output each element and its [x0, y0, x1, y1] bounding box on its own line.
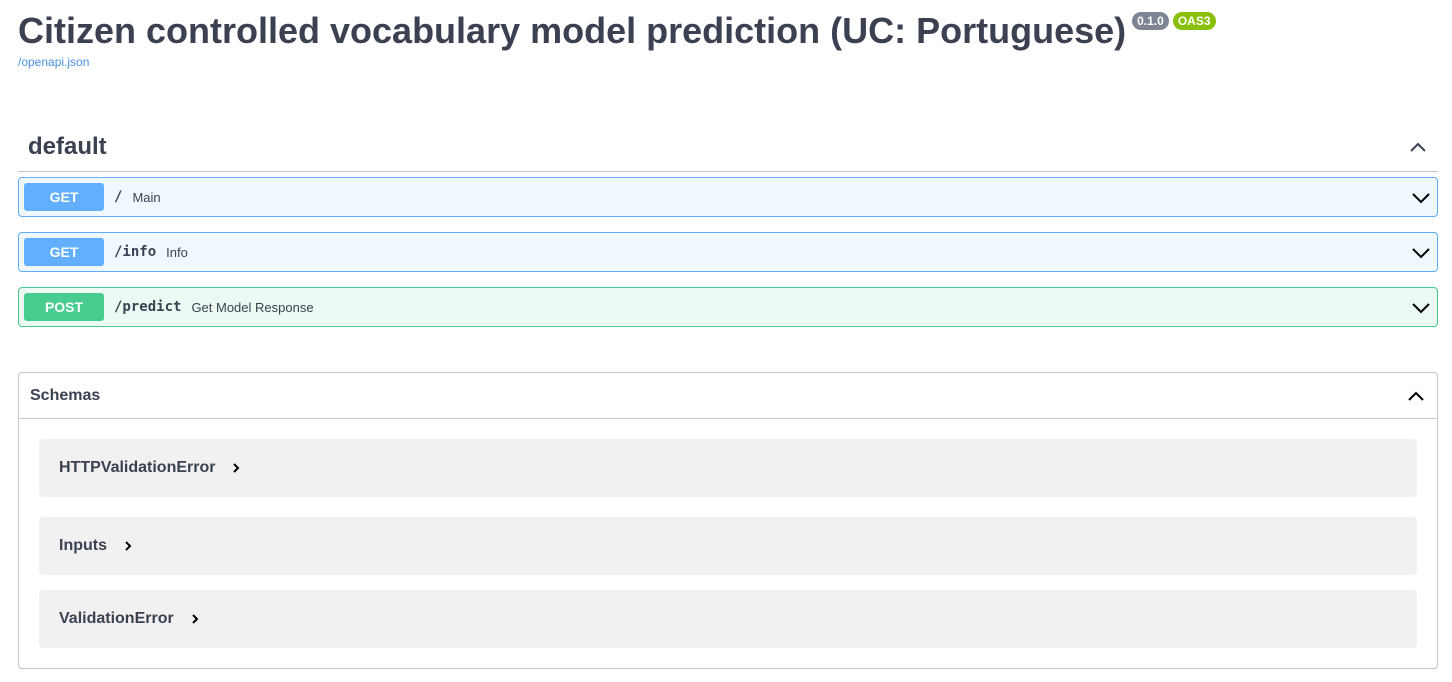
- schema-model-inputs[interactable]: Inputs: [39, 517, 1417, 575]
- chevron-up-icon[interactable]: [1408, 137, 1428, 157]
- page-title: Citizen controlled vocabulary model pred…: [18, 10, 1127, 51]
- chevron-down-icon[interactable]: [1411, 243, 1431, 263]
- chevron-right-icon[interactable]: [229, 461, 243, 475]
- chevron-down-icon[interactable]: [1411, 188, 1431, 208]
- operation-path: /predict: [114, 299, 182, 315]
- operation-get-root[interactable]: GET / Main: [18, 177, 1438, 217]
- model-name: Inputs: [59, 537, 107, 554]
- tag-header[interactable]: default: [18, 122, 1438, 172]
- version-badge: 0.1.0: [1132, 12, 1169, 30]
- operation-post-predict[interactable]: POST /predict Get Model Response: [18, 287, 1438, 327]
- operation-summary: Info: [166, 244, 188, 260]
- method-badge: GET: [24, 238, 104, 266]
- operation-path: /: [114, 189, 123, 205]
- operation-path: /info: [114, 244, 157, 260]
- schemas-title: Schemas: [30, 386, 101, 404]
- openapi-json-link[interactable]: /openapi.json: [18, 55, 1216, 69]
- schemas-header[interactable]: Schemas: [19, 373, 1437, 419]
- chevron-down-icon[interactable]: [1411, 298, 1431, 318]
- model-name: HTTPValidationError: [59, 459, 216, 476]
- operation-summary: Get Model Response: [191, 299, 314, 315]
- method-badge: GET: [24, 183, 104, 211]
- chevron-right-icon[interactable]: [188, 612, 202, 626]
- title-row: Citizen controlled vocabulary model pred…: [18, 8, 1216, 54]
- chevron-up-icon[interactable]: [1406, 386, 1426, 406]
- schema-model-validationerror[interactable]: ValidationError: [39, 590, 1417, 648]
- api-info: Citizen controlled vocabulary model pred…: [18, 8, 1216, 69]
- schema-model-httpvalidationerror[interactable]: HTTPValidationError: [39, 439, 1417, 497]
- tag-section-default: default: [18, 122, 1438, 172]
- operation-summary: Main: [132, 189, 161, 205]
- tag-name: default: [28, 132, 107, 160]
- method-badge: POST: [24, 293, 104, 321]
- operation-get-info[interactable]: GET /info Info: [18, 232, 1438, 272]
- chevron-right-icon[interactable]: [121, 539, 135, 553]
- oas-badge: OAS3: [1172, 12, 1216, 30]
- schemas-section: Schemas HTTPValidationError Inputs Valid…: [18, 372, 1438, 669]
- model-name: ValidationError: [59, 610, 174, 627]
